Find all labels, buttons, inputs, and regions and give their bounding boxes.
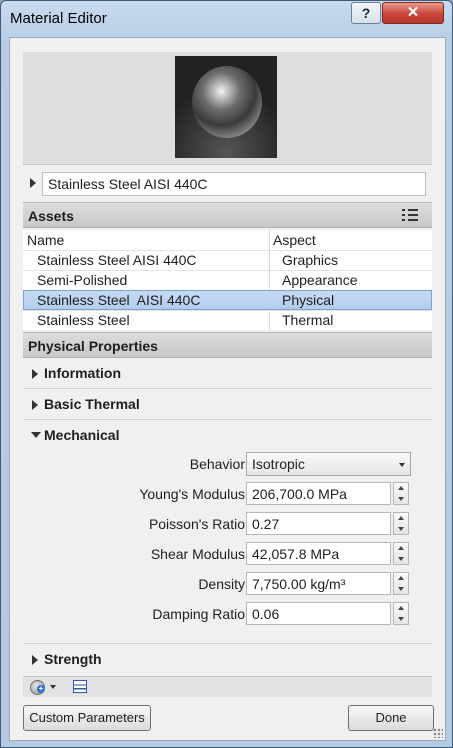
shear-modulus-spinner[interactable] <box>393 542 409 565</box>
material-name-row: Stainless Steel AISI 440C <box>23 168 432 200</box>
table-row[interactable]: Stainless Steel Thermal <box>23 310 432 330</box>
resize-grip-icon[interactable] <box>433 728 443 738</box>
window-title: Material Editor <box>10 10 107 27</box>
group-label: Information <box>44 365 121 381</box>
spin-up-icon[interactable] <box>398 576 404 580</box>
group-basic-thermal[interactable]: Basic Thermal <box>23 389 432 420</box>
spin-up-icon[interactable] <box>398 516 404 520</box>
expanded-arrow-icon <box>31 432 41 438</box>
asset-name: Stainless Steel AISI 440C <box>37 292 201 308</box>
bottom-toolbar: + <box>23 676 432 697</box>
damping-ratio-spinner[interactable] <box>393 602 409 625</box>
youngs-modulus-row: Young's Modulus 206,700.0 MPa <box>23 481 432 507</box>
shear-modulus-row: Shear Modulus 42,057.8 MPa <box>23 541 432 567</box>
material-name-field[interactable]: Stainless Steel AISI 440C <box>42 172 426 196</box>
material-editor-window: Material Editor ? ✕ Stainless Steel AISI… <box>0 0 453 748</box>
table-row-selected[interactable]: Stainless Steel AISI 440C Physical <box>23 290 432 310</box>
behavior-label: Behavior <box>189 456 245 472</box>
chevron-down-icon <box>399 463 405 467</box>
poissons-ratio-spinner[interactable] <box>393 512 409 535</box>
spin-down-icon[interactable] <box>398 527 404 531</box>
youngs-modulus-label: Young's Modulus <box>139 486 245 502</box>
group-label: Strength <box>44 651 102 667</box>
assets-title: Assets <box>28 208 74 224</box>
asset-aspect: Physical <box>282 292 335 308</box>
asset-aspect: Appearance <box>282 272 358 288</box>
chevron-down-icon[interactable] <box>50 685 56 689</box>
damping-ratio-row: Damping Ratio 0.06 <box>23 601 432 627</box>
group-mechanical[interactable]: Mechanical <box>23 420 432 451</box>
asset-name: Semi-Polished <box>37 272 128 288</box>
group-label: Basic Thermal <box>44 396 140 412</box>
material-preview-area <box>23 52 432 165</box>
custom-parameters-button[interactable]: Custom Parameters <box>23 705 151 731</box>
asset-name: Stainless Steel <box>37 312 130 328</box>
physical-properties-title: Physical Properties <box>28 338 158 354</box>
column-header-aspect[interactable]: Aspect <box>269 230 320 250</box>
properties-panel: Information Basic Thermal Mechanical Beh… <box>23 358 432 674</box>
column-header-name[interactable]: Name <box>23 230 68 250</box>
density-label: Density <box>198 576 245 592</box>
youngs-modulus-spinner[interactable] <box>393 482 409 505</box>
youngs-modulus-input[interactable]: 206,700.0 MPa <box>246 482 391 505</box>
spin-down-icon[interactable] <box>398 617 404 621</box>
plus-icon: + <box>37 684 45 693</box>
spin-up-icon[interactable] <box>398 486 404 490</box>
shear-modulus-input[interactable]: 42,057.8 MPa <box>246 542 391 565</box>
expand-arrow-icon[interactable] <box>30 178 36 188</box>
list-options-icon[interactable] <box>402 209 422 223</box>
spin-up-icon[interactable] <box>398 546 404 550</box>
collapsed-arrow-icon <box>32 400 38 410</box>
title-bar[interactable]: Material Editor ? ✕ <box>1 1 452 37</box>
poissons-ratio-row: Poisson's Ratio 0.27 <box>23 511 432 537</box>
damping-ratio-input[interactable]: 0.06 <box>246 602 391 625</box>
spin-down-icon[interactable] <box>398 497 404 501</box>
material-swatch-image[interactable] <box>175 56 277 158</box>
spin-up-icon[interactable] <box>398 606 404 610</box>
done-button[interactable]: Done <box>348 705 434 731</box>
assets-table: Name Aspect Stainless Steel AISI 440C Gr… <box>23 230 432 330</box>
collapsed-arrow-icon <box>32 655 38 665</box>
physical-properties-header: Physical Properties <box>23 332 432 358</box>
spin-down-icon[interactable] <box>398 557 404 561</box>
asset-name: Stainless Steel AISI 440C <box>37 252 197 268</box>
group-strength[interactable]: Strength <box>23 643 432 674</box>
behavior-row: Behavior Isotropic <box>23 451 432 477</box>
assets-section-header: Assets <box>23 202 432 228</box>
density-row: Density 7,750.00 kg/m³ <box>23 571 432 597</box>
behavior-value: Isotropic <box>252 456 305 472</box>
asset-aspect: Thermal <box>282 312 334 328</box>
help-button[interactable]: ? <box>351 2 381 24</box>
group-label: Mechanical <box>44 427 120 443</box>
table-row[interactable]: Semi-Polished Appearance <box>23 270 432 290</box>
group-information[interactable]: Information <box>23 358 432 389</box>
poissons-ratio-label: Poisson's Ratio <box>148 516 245 532</box>
damping-ratio-label: Damping Ratio <box>152 606 245 622</box>
poissons-ratio-input[interactable]: 0.27 <box>246 512 391 535</box>
asset-aspect: Graphics <box>282 252 339 268</box>
collapsed-arrow-icon <box>32 369 38 379</box>
editor-body: Stainless Steel AISI 440C Assets Name As… <box>9 37 446 741</box>
density-spinner[interactable] <box>393 572 409 595</box>
density-input[interactable]: 7,750.00 kg/m³ <box>246 572 391 595</box>
table-row[interactable]: Stainless Steel AISI 440C Graphics <box>23 250 432 270</box>
spin-down-icon[interactable] <box>398 587 404 591</box>
shear-modulus-label: Shear Modulus <box>150 546 245 562</box>
behavior-dropdown[interactable]: Isotropic <box>246 452 411 476</box>
asset-browser-icon[interactable] <box>73 680 87 693</box>
close-button[interactable]: ✕ <box>382 2 444 24</box>
preview-sphere <box>192 66 262 138</box>
